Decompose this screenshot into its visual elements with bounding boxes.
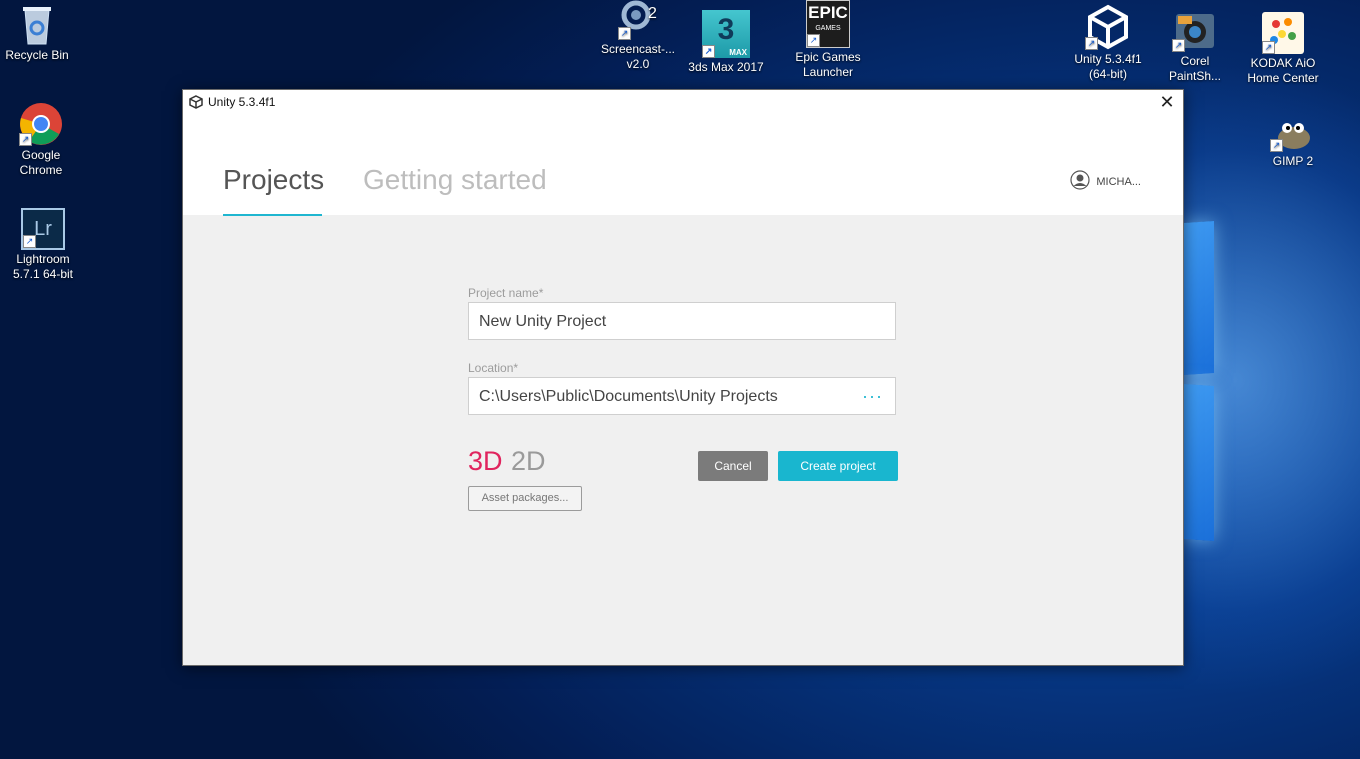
account-name: MICHA... (1096, 175, 1141, 188)
desktop-icon-label: KODAK AiO Home Center (1247, 56, 1319, 85)
location-label: Location* (468, 361, 519, 375)
lightroom-icon: Lr ↗ (21, 208, 65, 250)
desktop-icon-unity[interactable]: ↗ Unity 5.3.4f1 (64-bit) (1065, 4, 1151, 82)
camera-icon: ↗ (1172, 8, 1218, 52)
desktop-icon-3ds-max[interactable]: 3 MAX ↗ 3ds Max 2017 (683, 10, 769, 75)
unity-logo-icon (189, 95, 203, 114)
mode-2d-toggle[interactable]: 2D (511, 446, 546, 477)
launcher-header: Projects Getting started MICHA... (183, 114, 1183, 216)
location-input[interactable]: C:\Users\Public\Documents\Unity Projects… (468, 377, 896, 415)
shortcut-arrow-icon: ↗ (1172, 39, 1185, 52)
desktop-icon-screencast[interactable]: 2 ↗ Screencast-... v2.0 (595, 0, 681, 72)
desktop-icon-google-chrome[interactable]: ↗ Google Chrome (0, 102, 84, 178)
project-name-input[interactable]: New Unity Project (468, 302, 896, 340)
desktop-icon-label: Lightroom 5.7.1 64-bit (12, 252, 74, 281)
account-menu[interactable]: MICHA... (1070, 170, 1141, 193)
asset-packages-button[interactable]: Asset packages... (468, 486, 582, 511)
desktop-icon-label: Recycle Bin (5, 48, 69, 62)
shortcut-arrow-icon: ↗ (702, 45, 715, 58)
desktop-icon-label: Corel PaintSh... (1168, 54, 1222, 83)
user-avatar-icon (1070, 170, 1090, 193)
project-name-label: Project name* (468, 286, 544, 300)
screencast-icon: 2 ↗ (618, 0, 658, 40)
create-project-button[interactable]: Create project (778, 451, 898, 481)
window-title: Unity 5.3.4f1 (208, 95, 276, 109)
desktop-icon-lightroom[interactable]: Lr ↗ Lightroom 5.7.1 64-bit (0, 208, 86, 282)
3ds-max-icon: 3 MAX ↗ (702, 10, 750, 58)
desktop-icon-corel-paintshop[interactable]: ↗ Corel PaintSh... (1152, 8, 1238, 84)
chrome-icon: ↗ (19, 102, 63, 146)
desktop-icon-label: 3ds Max 2017 (688, 60, 764, 74)
shortcut-arrow-icon: ↗ (618, 27, 631, 40)
epic-games-icon: EPIC GAMES ↗ (806, 0, 850, 48)
desktop-icon-epic-games[interactable]: EPIC GAMES ↗ Epic Games Launcher (785, 0, 871, 80)
desktop-icon-kodak[interactable]: ↗ KODAK AiO Home Center (1240, 12, 1326, 86)
shortcut-arrow-icon: ↗ (19, 133, 32, 146)
shortcut-arrow-icon: ↗ (807, 34, 820, 47)
desktop-icon-label: Screencast-... v2.0 (600, 42, 676, 71)
unity-icon: ↗ (1085, 4, 1131, 50)
desktop-icon-recycle-bin[interactable]: Recycle Bin (0, 2, 80, 63)
desktop-icon-gimp[interactable]: ↗ GIMP 2 (1250, 116, 1336, 169)
tab-projects[interactable]: Projects (223, 164, 324, 196)
shortcut-arrow-icon: ↗ (23, 235, 36, 248)
gimp-icon: ↗ (1270, 116, 1316, 152)
desktop-icon-label: Epic Games Launcher (795, 50, 861, 79)
tab-getting-started[interactable]: Getting started (363, 164, 547, 196)
desktop-icon-label: Google Chrome (19, 148, 63, 177)
kodak-icon: ↗ (1262, 12, 1304, 54)
close-icon[interactable]: ✕ (1151, 90, 1183, 114)
location-value: C:\Users\Public\Documents\Unity Projects (479, 388, 778, 405)
recycle-bin-icon (17, 2, 57, 46)
shortcut-arrow-icon: ↗ (1262, 41, 1275, 54)
desktop-icon-label: GIMP 2 (1272, 154, 1314, 168)
title-bar[interactable]: Unity 5.3.4f1 ✕ (183, 90, 1183, 114)
active-tab-indicator (223, 214, 322, 216)
cancel-button[interactable]: Cancel (698, 451, 768, 481)
shortcut-arrow-icon: ↗ (1270, 139, 1283, 152)
unity-launcher-window: Unity 5.3.4f1 ✕ Projects Getting started… (182, 89, 1184, 666)
shortcut-arrow-icon: ↗ (1085, 37, 1098, 50)
desktop-icon-label: Unity 5.3.4f1 (64-bit) (1074, 52, 1142, 81)
browse-location-button[interactable]: ··· (862, 378, 883, 415)
mode-3d-toggle[interactable]: 3D (468, 446, 503, 477)
